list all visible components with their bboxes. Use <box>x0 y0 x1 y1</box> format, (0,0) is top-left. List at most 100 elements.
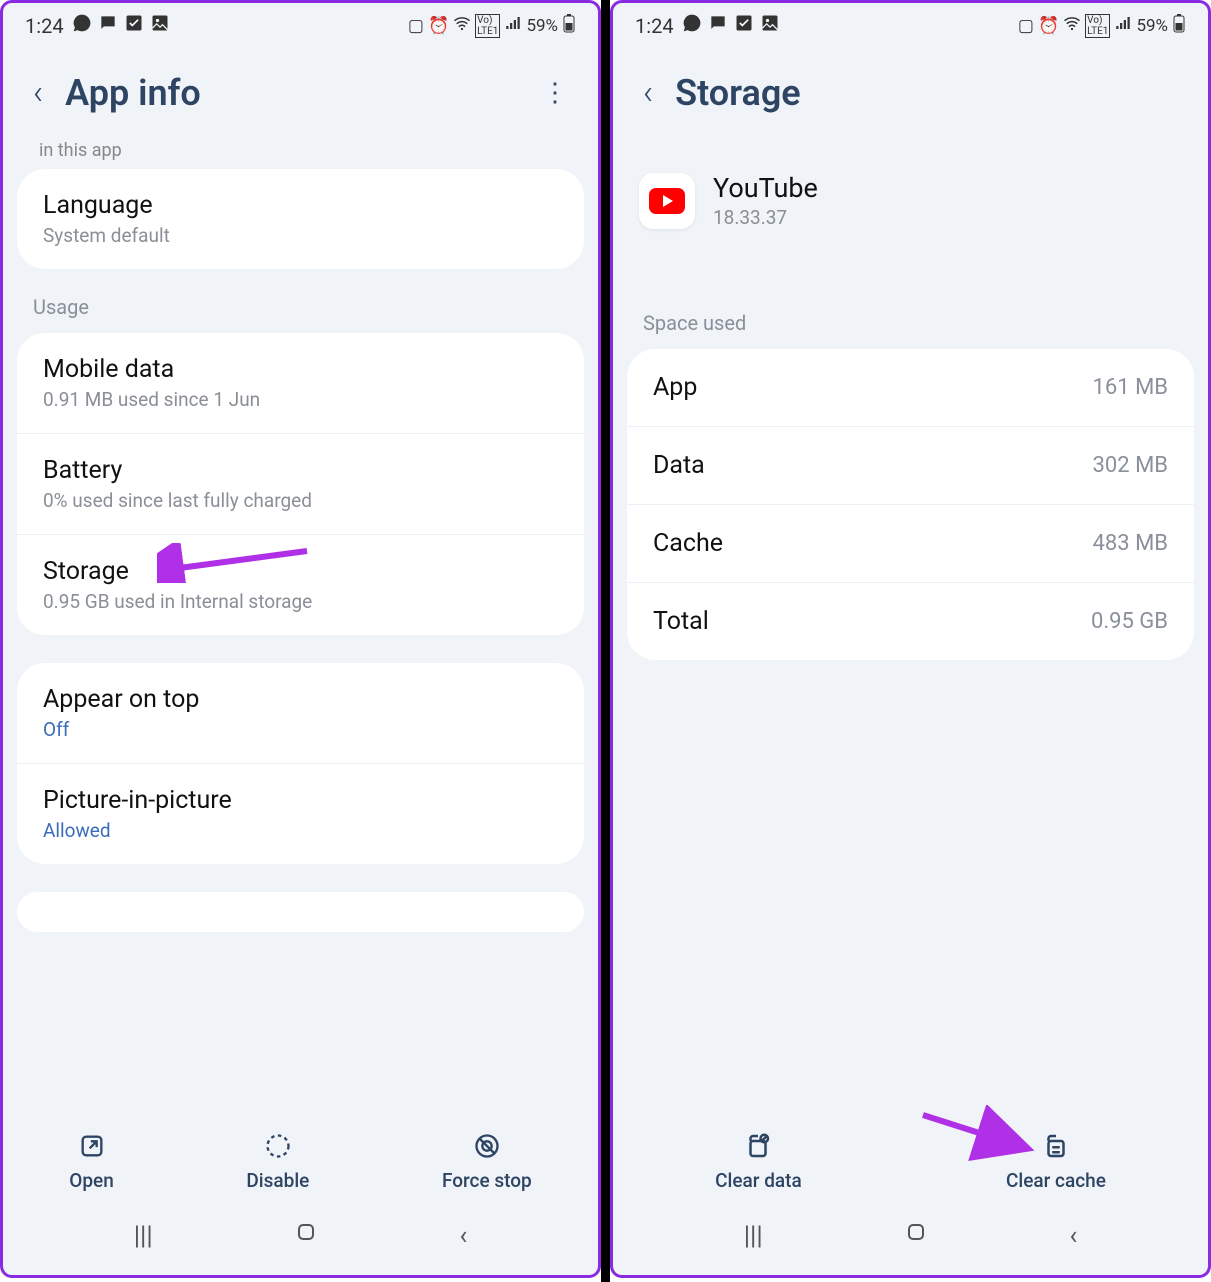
partial-text: in this app <box>3 140 598 161</box>
appear-sub: Off <box>43 718 558 741</box>
language-card: Language System default <box>17 169 584 269</box>
app-version: 18.33.37 <box>713 206 818 229</box>
clear-cache-button[interactable]: Clear cache <box>1006 1131 1106 1192</box>
clear-data-button[interactable]: Clear data <box>715 1131 802 1192</box>
status-time: 1:24 <box>25 14 64 38</box>
appear-on-top-item[interactable]: Appear on top Off <box>17 663 584 763</box>
checkbox-icon <box>734 13 754 38</box>
status-bar: 1:24 ▢ ⏰ Vo)LTE1 <box>3 3 598 44</box>
vibrate-icon: ▢ <box>408 16 424 36</box>
page-header: ‹ Storage <box>613 44 1208 152</box>
pip-sub: Allowed <box>43 819 558 842</box>
back-button[interactable]: ‹ <box>33 73 43 113</box>
force-stop-icon <box>472 1131 502 1161</box>
open-icon <box>77 1131 107 1161</box>
page-title: Storage <box>675 72 1188 114</box>
display-card: Appear on top Off Picture-in-picture All… <box>17 663 584 864</box>
nav-home[interactable] <box>904 1220 928 1251</box>
battery-item[interactable]: Battery 0% used since last fully charged <box>17 433 584 534</box>
language-sub: System default <box>43 224 558 247</box>
checkbox-icon <box>124 13 144 38</box>
battery-text: 59% <box>526 16 558 36</box>
app-value: 161 MB <box>1093 375 1168 400</box>
mobile-data-sub: 0.91 MB used since 1 Jun <box>43 388 558 411</box>
app-row: App 161 MB <box>627 349 1194 426</box>
back-button[interactable]: ‹ <box>643 73 653 113</box>
data-row: Data 302 MB <box>627 426 1194 504</box>
open-label: Open <box>69 1169 114 1192</box>
language-title: Language <box>43 191 558 220</box>
clear-cache-icon <box>1041 1131 1071 1161</box>
battery-sub: 0% used since last fully charged <box>43 489 558 512</box>
signal-icon <box>1114 14 1132 37</box>
language-item[interactable]: Language System default <box>17 169 584 269</box>
nav-bar: ||| ‹ <box>613 1200 1208 1275</box>
status-icons-left <box>682 13 780 38</box>
signal-icon <box>504 14 522 37</box>
mobile-data-title: Mobile data <box>43 355 558 384</box>
whatsapp-icon <box>72 13 92 38</box>
page-header: ‹ App info ⋮ <box>3 44 598 152</box>
total-row: Total 0.95 GB <box>627 582 1194 660</box>
status-icons-left <box>72 13 170 38</box>
force-stop-button[interactable]: Force stop <box>442 1131 532 1192</box>
total-label: Total <box>653 607 709 636</box>
phone-right: 1:24 ▢ ⏰ Vo)LTE1 <box>610 0 1211 1278</box>
clear-data-icon <box>743 1131 773 1161</box>
clear-cache-label: Clear cache <box>1006 1169 1106 1192</box>
pip-item[interactable]: Picture-in-picture Allowed <box>17 763 584 864</box>
image-icon <box>150 13 170 38</box>
nav-back[interactable]: ‹ <box>459 1221 467 1251</box>
battery-icon <box>562 13 576 38</box>
storage-item[interactable]: Storage 0.95 GB used in Internal storage <box>17 534 584 635</box>
cache-row: Cache 483 MB <box>627 504 1194 582</box>
usage-card: Mobile data 0.91 MB used since 1 Jun Bat… <box>17 333 584 635</box>
bottom-actions: Clear data Clear cache <box>613 1115 1208 1200</box>
chat-icon <box>708 13 728 38</box>
chat-icon <box>98 13 118 38</box>
nav-back[interactable]: ‹ <box>1069 1221 1077 1251</box>
disable-icon <box>263 1131 293 1161</box>
whatsapp-icon <box>682 13 702 38</box>
disable-button[interactable]: Disable <box>246 1131 309 1192</box>
volte-icon: Vo)LTE1 <box>1085 14 1110 38</box>
app-name: YouTube <box>713 172 818 204</box>
disable-label: Disable <box>246 1169 309 1192</box>
mobile-data-item[interactable]: Mobile data 0.91 MB used since 1 Jun <box>17 333 584 433</box>
image-icon <box>760 13 780 38</box>
appear-title: Appear on top <box>43 685 558 714</box>
wifi-icon <box>453 14 471 37</box>
force-stop-label: Force stop <box>442 1169 532 1192</box>
partial-card <box>17 892 584 932</box>
alarm-icon: ⏰ <box>428 16 449 36</box>
space-card: App 161 MB Data 302 MB Cache 483 MB Tota… <box>627 349 1194 660</box>
cache-label: Cache <box>653 529 723 558</box>
nav-recents[interactable]: ||| <box>744 1221 763 1251</box>
status-bar: 1:24 ▢ ⏰ Vo)LTE1 <box>613 3 1208 44</box>
app-header: YouTube 18.33.37 <box>613 152 1208 239</box>
clear-data-label: Clear data <box>715 1169 802 1192</box>
nav-home[interactable] <box>294 1220 318 1251</box>
nav-recents[interactable]: ||| <box>134 1221 153 1251</box>
pip-title: Picture-in-picture <box>43 786 558 815</box>
vibrate-icon: ▢ <box>1018 16 1034 36</box>
battery-title: Battery <box>43 456 558 485</box>
page-title: App info <box>65 72 520 114</box>
app-label: App <box>653 373 697 402</box>
status-time: 1:24 <box>635 14 674 38</box>
usage-label: Usage <box>3 283 598 319</box>
data-value: 302 MB <box>1093 453 1168 478</box>
youtube-icon <box>639 173 695 229</box>
wifi-icon <box>1063 14 1081 37</box>
storage-title: Storage <box>43 557 558 586</box>
nav-bar: ||| ‹ <box>3 1200 598 1275</box>
battery-text: 59% <box>1136 16 1168 36</box>
phone-left: 1:24 ▢ ⏰ Vo)LTE1 <box>0 0 601 1278</box>
alarm-icon: ⏰ <box>1038 16 1059 36</box>
battery-icon <box>1172 13 1186 38</box>
storage-sub: 0.95 GB used in Internal storage <box>43 590 558 613</box>
menu-button[interactable]: ⋮ <box>542 78 578 108</box>
open-button[interactable]: Open <box>69 1131 114 1192</box>
space-used-label: Space used <box>613 299 1208 335</box>
data-label: Data <box>653 451 705 480</box>
